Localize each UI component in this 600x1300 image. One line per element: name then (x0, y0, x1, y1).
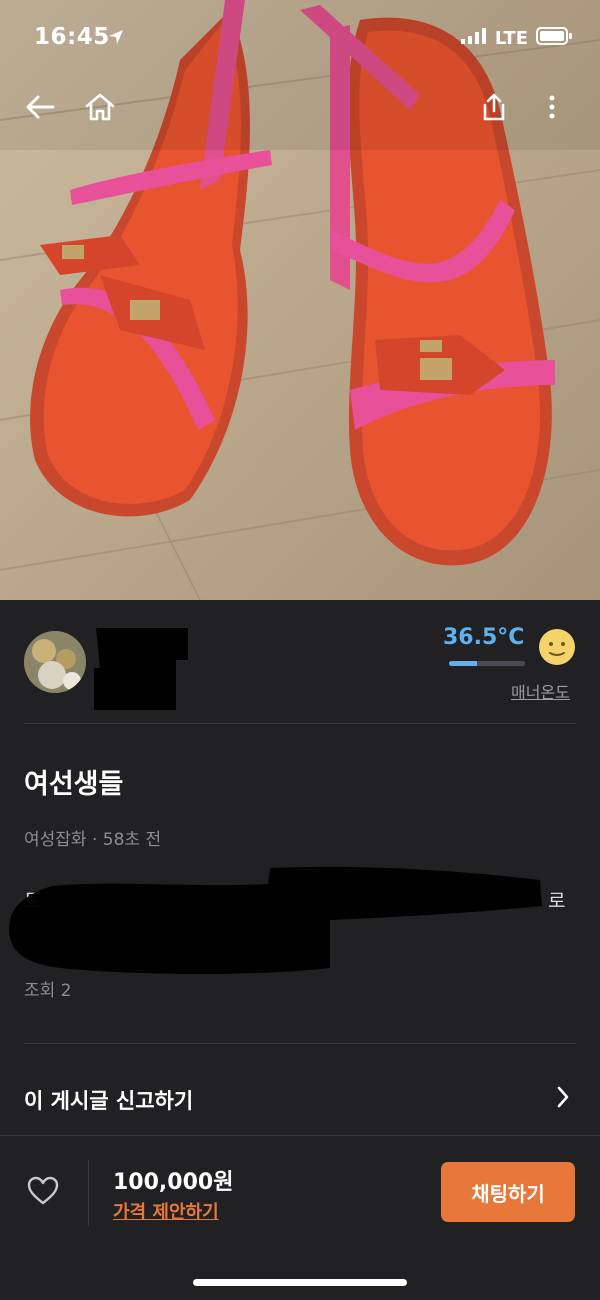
manner-temperature-link[interactable]: 매너온도 (511, 679, 570, 703)
chat-button[interactable]: 채팅하기 (441, 1162, 575, 1222)
location-arrow-icon (108, 29, 124, 49)
view-count: 조회 2 (24, 981, 72, 1001)
top-navigation (0, 84, 600, 134)
signal-icon (460, 28, 487, 48)
chevron-right-icon (556, 1085, 570, 1113)
report-post-label: 이 게시글 신고하기 (24, 1089, 194, 1113)
more-button[interactable] (530, 84, 574, 134)
status-bar: 16:45 LTE (0, 0, 600, 78)
description-redacted (0, 858, 600, 983)
network-label: LTE (494, 27, 528, 49)
post-title: 여선생들 (24, 769, 124, 800)
battery-icon (536, 27, 572, 49)
temperature-bar-fill (449, 661, 477, 666)
manner-temperature: 36.5°C (443, 625, 525, 650)
share-icon (480, 92, 508, 126)
price-offer-link[interactable]: 가격 제안하기 (113, 1198, 219, 1224)
report-post-row[interactable]: 이 게시글 신고하기 (0, 1065, 600, 1131)
divider (24, 723, 576, 724)
temperature-bar (449, 661, 525, 666)
post-meta: 여성잡화 · 58초 전 (24, 830, 162, 850)
more-vertical-icon (548, 95, 556, 123)
heart-icon[interactable] (26, 1176, 60, 1210)
back-button[interactable] (18, 84, 62, 134)
home-indicator (193, 1279, 407, 1286)
bottom-action-bar: 100,000원 가격 제안하기 채팅하기 (0, 1135, 600, 1300)
status-time: 16:45 (34, 24, 110, 50)
price: 100,000원 (113, 1170, 234, 1195)
share-button[interactable] (472, 84, 516, 134)
smiley-face-icon (537, 627, 577, 671)
home-button[interactable] (78, 84, 122, 134)
home-icon (84, 92, 116, 126)
divider (24, 1043, 576, 1044)
seller-avatar[interactable] (24, 631, 86, 693)
seller-name-redacted (88, 620, 192, 716)
bar-divider (88, 1160, 89, 1226)
arrow-left-icon (25, 94, 55, 124)
